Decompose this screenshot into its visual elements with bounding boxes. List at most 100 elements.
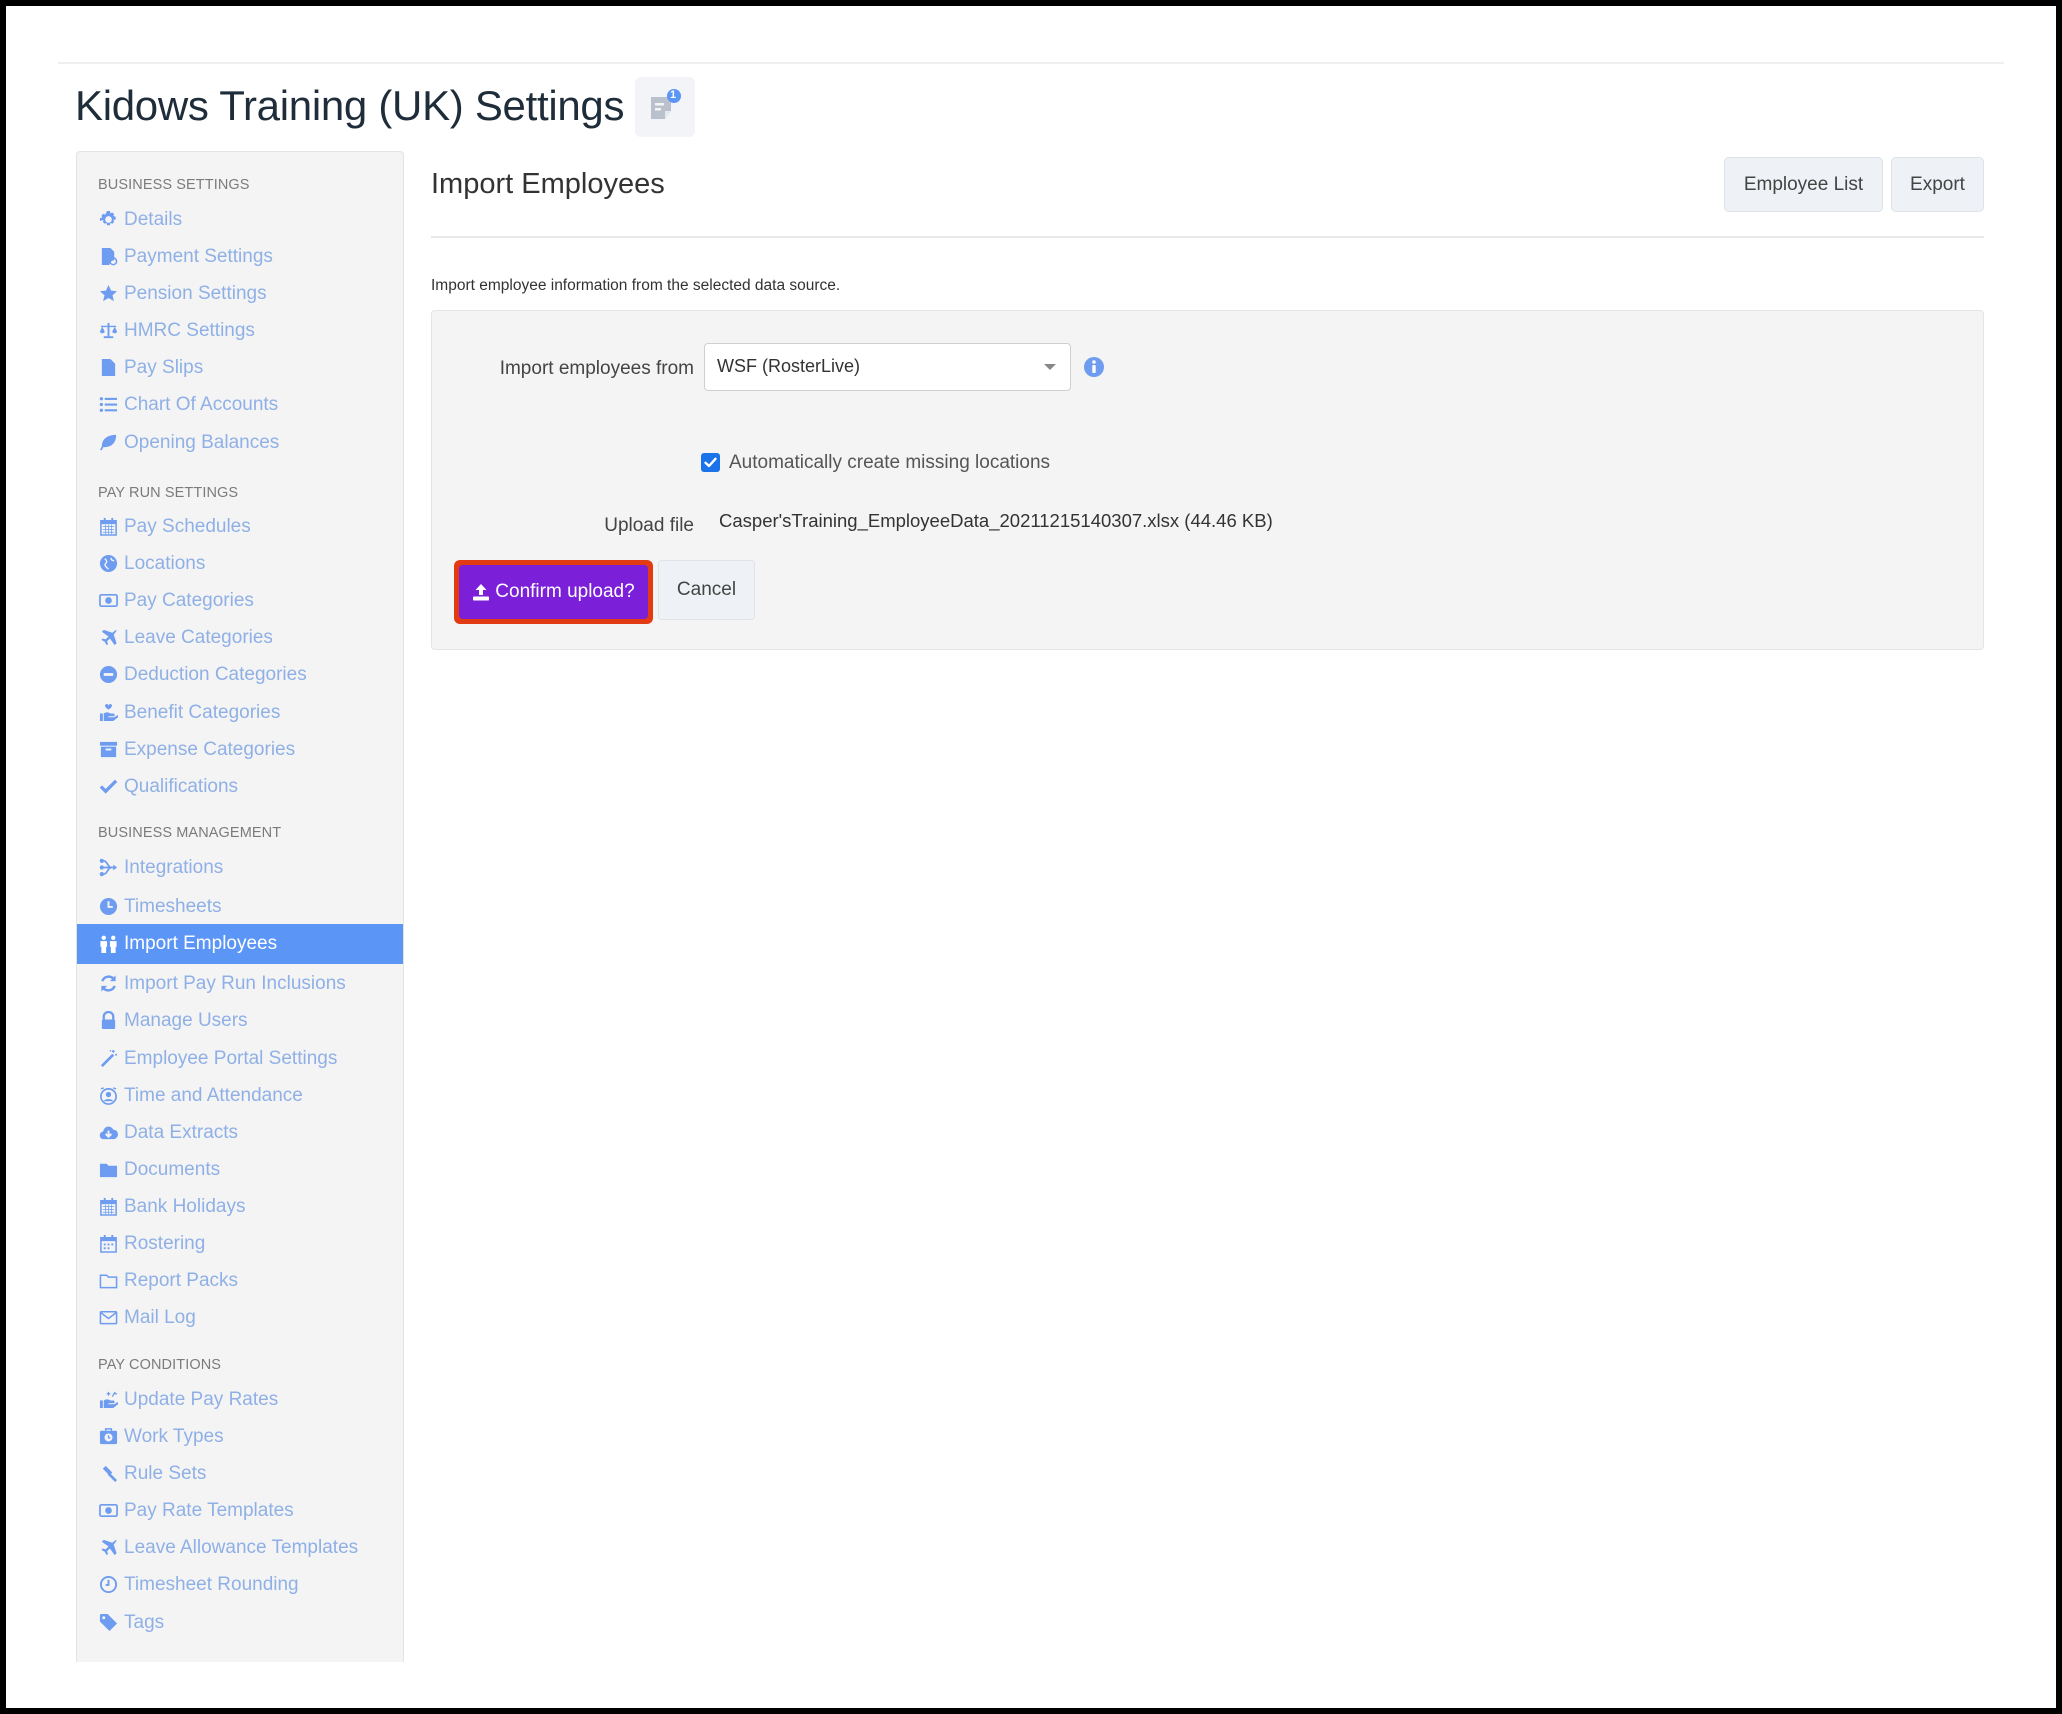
sidebar-item-label: Payment Settings bbox=[124, 245, 273, 267]
file-icon bbox=[98, 358, 118, 378]
sidebar-item-opening-balances[interactable]: Opening Balances bbox=[77, 424, 403, 461]
employee-list-button[interactable]: Employee List bbox=[1724, 157, 1883, 212]
sidebar-item-bank-holidays[interactable]: Bank Holidays bbox=[77, 1188, 403, 1225]
upload-icon bbox=[473, 584, 490, 601]
sidebar-section-header: Business Management bbox=[98, 825, 282, 841]
sidebar-item-work-types[interactable]: Work Types bbox=[77, 1418, 403, 1455]
page: Kidows Training (UK) Settings 1 Business… bbox=[6, 6, 2056, 1708]
section-heading: Import Employees bbox=[431, 168, 665, 200]
sidebar-section-header: Pay Conditions bbox=[98, 1357, 222, 1373]
sidebar-item-label: Benefit Categories bbox=[124, 701, 281, 723]
sidebar-item-label: Pay Slips bbox=[124, 356, 204, 378]
people-icon bbox=[98, 934, 118, 954]
sidebar-item-expense-categories[interactable]: Expense Categories bbox=[77, 731, 403, 768]
sidebar-item-report-packs[interactable]: Report Packs bbox=[77, 1262, 403, 1299]
sidebar-item-label: Report Packs bbox=[124, 1269, 239, 1291]
sidebar-item-label: Rostering bbox=[124, 1232, 206, 1254]
confirm-upload-highlight: Confirm upload? bbox=[454, 560, 653, 624]
sidebar-item-details[interactable]: Details bbox=[77, 201, 403, 238]
calendar-grid-icon bbox=[98, 1234, 118, 1254]
sidebar-item-pay-slips[interactable]: Pay Slips bbox=[77, 349, 403, 386]
sidebar-item-deduction-categories[interactable]: Deduction Categories bbox=[77, 656, 403, 693]
confirm-upload-label: Confirm upload? bbox=[495, 581, 635, 602]
sidebar-item-label: Update Pay Rates bbox=[124, 1388, 279, 1410]
confirm-upload-button[interactable]: Confirm upload? bbox=[459, 565, 648, 619]
import-source-select[interactable]: WSF (RosterLive) bbox=[704, 343, 1071, 391]
sidebar-item-tags[interactable]: Tags bbox=[77, 1604, 403, 1641]
sidebar-item-label: Expense Categories bbox=[124, 738, 296, 760]
sidebar-item-leave-allowance-templates[interactable]: Leave Allowance Templates bbox=[77, 1529, 403, 1566]
briefcase-clock-icon bbox=[98, 1427, 118, 1447]
magic-wand-icon bbox=[98, 1049, 118, 1069]
uploaded-file-name: Casper'sTraining_EmployeeData_2021121514… bbox=[719, 510, 1273, 531]
notes-button[interactable]: 1 bbox=[635, 77, 695, 137]
sidebar-item-label: Documents bbox=[124, 1158, 221, 1180]
sidebar-item-import-employees[interactable]: Import Employees bbox=[77, 924, 403, 964]
sidebar-item-update-pay-rates[interactable]: Update Pay Rates bbox=[77, 1381, 403, 1418]
sidebar-item-documents[interactable]: Documents bbox=[77, 1151, 403, 1188]
lock-icon bbox=[98, 1011, 118, 1031]
sidebar-item-import-pay-run-inclusions[interactable]: Import Pay Run Inclusions bbox=[77, 965, 403, 1002]
upload-file-label: Upload file bbox=[604, 515, 694, 536]
import-source-label: Import employees from bbox=[499, 358, 694, 379]
sidebar-item-label: Mail Log bbox=[124, 1306, 196, 1328]
sidebar-item-data-extracts[interactable]: Data Extracts bbox=[77, 1114, 403, 1151]
folder-icon bbox=[98, 1160, 118, 1180]
list-icon bbox=[98, 395, 118, 415]
sidebar-item-label: Tags bbox=[124, 1611, 165, 1633]
sidebar-item-timesheet-rounding[interactable]: Timesheet Rounding bbox=[77, 1566, 403, 1603]
sidebar-item-label: Manage Users bbox=[124, 1009, 248, 1031]
sidebar-item-label: Employee Portal Settings bbox=[124, 1047, 338, 1069]
auto-create-locations-checkbox[interactable] bbox=[701, 453, 720, 472]
sidebar-item-qualifications[interactable]: Qualifications bbox=[77, 768, 403, 805]
sidebar-item-rule-sets[interactable]: Rule Sets bbox=[77, 1455, 403, 1492]
sidebar-item-mail-log[interactable]: Mail Log bbox=[77, 1299, 403, 1336]
sidebar-item-payment-settings[interactable]: Payment Settings bbox=[77, 238, 403, 275]
plane-icon bbox=[98, 628, 118, 648]
refresh-icon bbox=[98, 974, 118, 994]
cancel-button[interactable]: Cancel bbox=[658, 560, 755, 620]
tag-icon bbox=[98, 1613, 118, 1633]
import-source-value: WSF (RosterLive) bbox=[717, 356, 861, 376]
sidebar-item-pension-settings[interactable]: Pension Settings bbox=[77, 275, 403, 312]
sidebar-item-pay-rate-templates[interactable]: Pay Rate Templates bbox=[77, 1492, 403, 1529]
globe-icon bbox=[98, 554, 118, 574]
sidebar-item-hmrc-settings[interactable]: HMRC Settings bbox=[77, 312, 403, 349]
sidebar-item-label: Rule Sets bbox=[124, 1462, 207, 1484]
sidebar-section-header: Business Settings bbox=[98, 177, 250, 193]
sidebar-item-label: Integrations bbox=[124, 856, 224, 878]
sidebar-item-locations[interactable]: Locations bbox=[77, 545, 403, 582]
star-icon bbox=[98, 284, 118, 304]
sidebar-item-label: Time and Attendance bbox=[124, 1084, 303, 1106]
sidebar-item-pay-categories[interactable]: Pay Categories bbox=[77, 582, 403, 619]
sidebar-section-header: Pay Run Settings bbox=[98, 485, 239, 501]
heading-divider bbox=[431, 236, 1984, 238]
hand-heart-icon bbox=[98, 703, 118, 723]
info-icon[interactable] bbox=[1083, 356, 1105, 378]
calendar-icon bbox=[98, 517, 118, 537]
archive-icon bbox=[98, 740, 118, 760]
sidebar-item-label: Opening Balances bbox=[124, 431, 280, 453]
auto-create-locations-label[interactable]: Automatically create missing locations bbox=[729, 452, 1050, 474]
sidebar-item-manage-users[interactable]: Manage Users bbox=[77, 1002, 403, 1039]
sidebar-item-employee-portal-settings[interactable]: Employee Portal Settings bbox=[77, 1040, 403, 1077]
sidebar-item-label: Timesheet Rounding bbox=[124, 1573, 299, 1595]
sidebar-item-integrations[interactable]: Integrations bbox=[77, 849, 403, 886]
export-button[interactable]: Export bbox=[1891, 157, 1984, 212]
payment-file-icon bbox=[98, 247, 118, 267]
page-title: Kidows Training (UK) Settings bbox=[75, 82, 625, 129]
cloud-download-icon bbox=[98, 1123, 118, 1143]
gear-icon bbox=[98, 210, 118, 230]
chevron-down-icon bbox=[1044, 364, 1056, 370]
sidebar-item-label: Details bbox=[124, 208, 183, 230]
sidebar-item-rostering[interactable]: Rostering bbox=[77, 1225, 403, 1262]
sidebar-item-time-and-attendance[interactable]: Time and Attendance bbox=[77, 1077, 403, 1114]
sidebar-item-benefit-categories[interactable]: Benefit Categories bbox=[77, 694, 403, 731]
balance-scale-icon bbox=[98, 321, 118, 341]
sidebar-item-leave-categories[interactable]: Leave Categories bbox=[77, 619, 403, 656]
sidebar-item-timesheets[interactable]: Timesheets bbox=[77, 888, 403, 925]
top-divider bbox=[58, 62, 2004, 64]
sidebar-item-pay-schedules[interactable]: Pay Schedules bbox=[77, 508, 403, 545]
sidebar-item-chart-of-accounts[interactable]: Chart Of Accounts bbox=[77, 386, 403, 423]
sidebar-item-label: Work Types bbox=[124, 1425, 224, 1447]
